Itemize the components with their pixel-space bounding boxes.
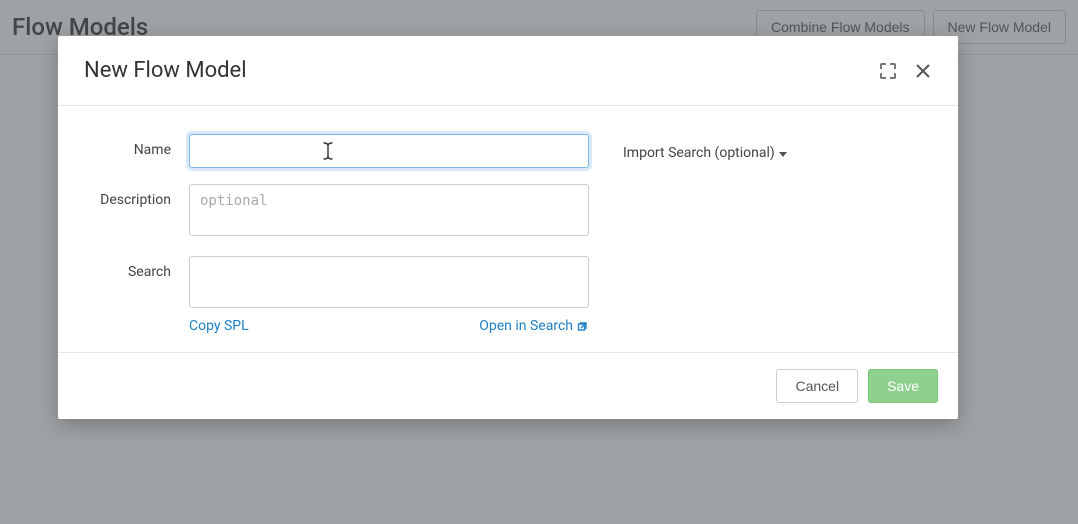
open-in-search-label: Open in Search [479, 318, 573, 334]
import-column: Import Search (optional) [623, 134, 787, 334]
caret-down-icon [779, 152, 787, 157]
save-button[interactable]: Save [868, 369, 938, 403]
modal-header-actions [880, 62, 932, 80]
form-column: Name Description Search [84, 134, 589, 334]
search-label: Search [84, 256, 189, 280]
search-row: Search Copy SPL Open in Search [84, 256, 589, 334]
description-row: Description [84, 184, 589, 240]
expand-icon[interactable] [880, 63, 896, 79]
open-in-search-link[interactable]: Open in Search [479, 318, 589, 334]
name-row: Name [84, 134, 589, 168]
search-control: Copy SPL Open in Search [189, 256, 589, 334]
name-input[interactable] [189, 134, 589, 168]
description-input[interactable] [189, 184, 589, 236]
modal-body: Name Description Search [58, 106, 958, 352]
name-control [189, 134, 589, 168]
search-links: Copy SPL Open in Search [189, 318, 589, 334]
description-label: Description [84, 184, 189, 208]
modal-title: New Flow Model [84, 58, 247, 83]
import-search-label: Import Search (optional) [623, 145, 775, 161]
cancel-button[interactable]: Cancel [776, 369, 858, 403]
close-icon[interactable] [914, 62, 932, 80]
import-search-dropdown[interactable]: Import Search (optional) [623, 145, 787, 161]
description-control [189, 184, 589, 240]
modal-header: New Flow Model [58, 36, 958, 106]
name-label: Name [84, 134, 189, 158]
external-link-icon [577, 320, 589, 332]
copy-spl-link[interactable]: Copy SPL [189, 318, 249, 334]
new-flow-model-modal: New Flow Model Name [58, 36, 958, 419]
search-input[interactable] [189, 256, 589, 308]
modal-footer: Cancel Save [58, 352, 958, 419]
